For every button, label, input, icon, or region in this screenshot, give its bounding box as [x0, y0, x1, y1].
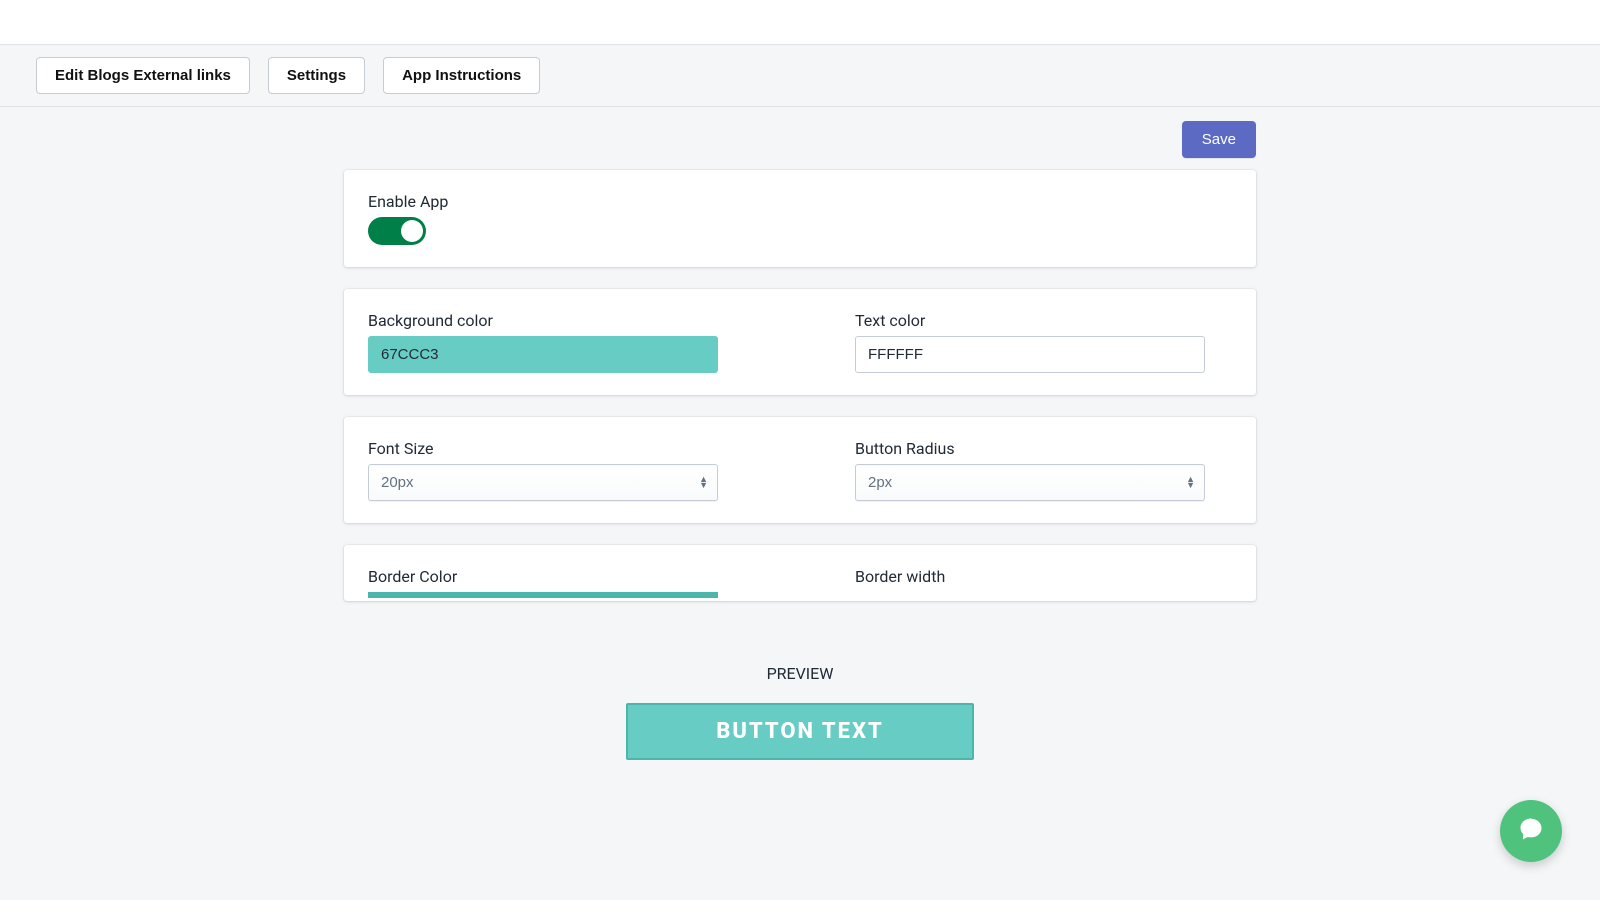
text-color-label: Text color [855, 311, 1232, 330]
border-color-label: Border Color [368, 567, 745, 586]
typography-card: Font Size ▲▼ Button Radius ▲▼ [344, 417, 1256, 523]
save-button[interactable]: Save [1182, 121, 1256, 158]
preview-button: BUTTON TEXT [626, 703, 974, 760]
tab-edit-blogs-external-links[interactable]: Edit Blogs External links [36, 57, 250, 94]
background-color-label: Background color [368, 311, 745, 330]
preview-footer: PREVIEW BUTTON TEXT [0, 642, 1600, 900]
enable-app-label: Enable App [368, 192, 1232, 211]
background-color-input[interactable] [368, 336, 718, 373]
toggle-knob [401, 220, 423, 242]
enable-app-card: Enable App [344, 170, 1256, 267]
tab-app-instructions[interactable]: App Instructions [383, 57, 540, 94]
border-card: Border Color Border width [344, 545, 1256, 601]
enable-app-toggle[interactable] [368, 217, 426, 245]
button-radius-select[interactable] [855, 464, 1205, 501]
border-color-input[interactable] [368, 592, 718, 598]
button-radius-label: Button Radius [855, 439, 1232, 458]
font-size-label: Font Size [368, 439, 745, 458]
colors-card: Background color Text color [344, 289, 1256, 395]
chat-button[interactable] [1500, 800, 1562, 862]
preview-label: PREVIEW [767, 664, 834, 683]
chat-icon [1517, 815, 1545, 847]
top-tabbar: Edit Blogs External links Settings App I… [0, 44, 1600, 107]
tab-settings[interactable]: Settings [268, 57, 365, 94]
border-width-label: Border width [855, 567, 1232, 586]
font-size-select[interactable] [368, 464, 718, 501]
text-color-input[interactable] [855, 336, 1205, 373]
